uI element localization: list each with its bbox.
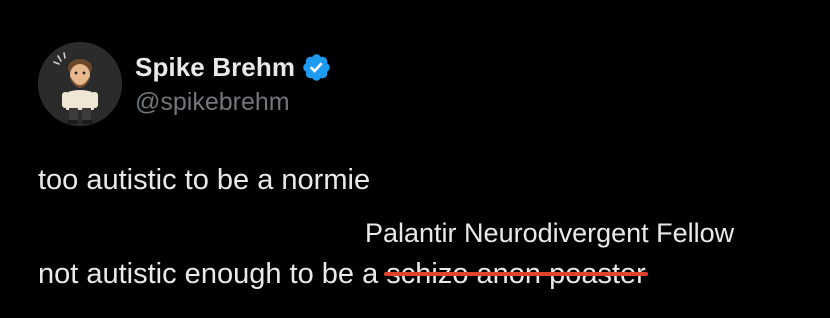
- tweet-card: Spike Brehm @spikebrehm too autistic to …: [0, 0, 830, 318]
- replacement-text: Palantir Neurodivergent Fellow: [365, 218, 735, 248]
- avatar[interactable]: [38, 42, 122, 126]
- author-name[interactable]: Spike Brehm: [135, 52, 295, 83]
- tweet-text-line-1: too autistic to be a normie: [38, 164, 371, 196]
- cartoon-avatar-icon: [38, 42, 122, 126]
- author-name-row: Spike Brehm: [135, 50, 332, 84]
- tweet-text-line-2: not autistic enough to be a schizo anon …: [38, 256, 648, 292]
- author-handle[interactable]: @spikebrehm: [135, 88, 290, 117]
- tweet-text-prefix: not autistic enough to be a: [38, 258, 387, 290]
- struck-text: schizo anon poaster: [384, 256, 648, 292]
- strikethrough-line: [384, 272, 648, 276]
- verified-badge-icon[interactable]: [301, 52, 332, 83]
